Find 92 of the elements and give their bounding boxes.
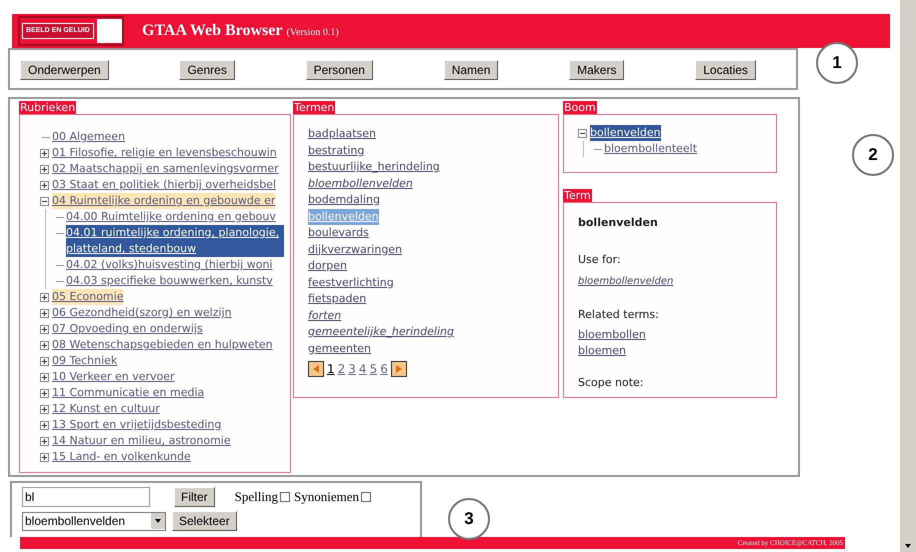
toggle-icon[interactable]	[40, 388, 49, 398]
tree-item[interactable]: 01 Filosofie, religie en levensbeschouwin	[52, 145, 277, 161]
page-link[interactable]: 5	[370, 360, 378, 378]
page-link[interactable]: 6	[380, 360, 388, 378]
toggle-icon[interactable]	[40, 324, 49, 334]
filter-button[interactable]: Filter	[174, 487, 215, 507]
term-link[interactable]: bloembollenvelden	[578, 274, 674, 289]
term-link[interactable]: gemeenten	[308, 340, 372, 357]
scope-note-label: Scope note:	[578, 374, 644, 390]
toggle-icon[interactable]	[40, 404, 49, 414]
nav-button[interactable]: Personen	[306, 60, 373, 80]
term-link[interactable]: feestverlichting	[308, 274, 394, 291]
checkbox-label: Synoniemen	[294, 488, 360, 506]
left-arrow-icon	[313, 365, 319, 373]
checkbox[interactable]	[361, 492, 372, 502]
nav-button[interactable]: Genres	[179, 60, 235, 80]
tree-item[interactable]: 15 Land- en volkenkunde	[52, 449, 191, 465]
toggle-icon[interactable]	[40, 436, 49, 446]
callout-number: 1	[816, 42, 858, 84]
tree-item[interactable]: 12 Kunst en cultuur	[52, 401, 160, 417]
term-link[interactable]: fietspaden	[308, 291, 366, 308]
version-text: (Version 0.1)	[286, 26, 339, 40]
term-name: bollenvelden	[578, 215, 658, 231]
term-link[interactable]: bodemdaling	[308, 192, 380, 208]
tree-item[interactable]: 14 Natuur en milieu, astronomie	[52, 433, 231, 449]
next-page-button[interactable]	[390, 361, 407, 377]
tree-item[interactable]: bloembollenteelt	[604, 141, 698, 157]
toggle-icon[interactable]	[578, 128, 587, 138]
right-arrow-icon	[396, 365, 402, 373]
toggle-icon[interactable]	[40, 148, 49, 158]
filter-input[interactable]: bl	[22, 487, 150, 507]
nav-button[interactable]: Namen	[444, 60, 498, 80]
toggle-icon[interactable]	[40, 196, 49, 206]
tree-item[interactable]: 04 Ruimtelijke ordening en gebouwde er	[52, 193, 276, 209]
toggle-icon[interactable]	[40, 452, 49, 462]
term-link[interactable]: bloembollenvelden	[308, 176, 413, 192]
related-terms-label: Related terms:	[578, 307, 659, 323]
previous-page-button[interactable]	[308, 361, 324, 377]
tree-item[interactable]: 00 Algemeen	[52, 129, 126, 145]
scrollbar[interactable]	[900, 0, 916, 552]
tree-item[interactable]: 03 Staat en politiek (hierbij overheidsbel	[52, 177, 276, 193]
term-link[interactable]: bloembollen	[578, 326, 646, 342]
tree-item[interactable]: 10 Verkeer en vervoer	[52, 369, 175, 385]
page-link[interactable]: 1	[327, 360, 335, 378]
tree-item[interactable]: 07 Opvoeding en onderwijs	[52, 321, 203, 337]
tree-item[interactable]: 04.02 (volks)huisvesting (hierbij woni	[66, 257, 272, 273]
panel-label: Rubrieken	[19, 101, 76, 114]
toggle-icon[interactable]	[40, 356, 49, 366]
select-button[interactable]: Selekteer	[172, 511, 237, 531]
term-link[interactable]: gemeentelijke_herindeling	[308, 324, 454, 340]
tree-item[interactable]: 04.00 Ruimtelijke ordening en gebouv	[66, 209, 276, 225]
toggle-icon[interactable]	[40, 292, 49, 302]
term-link[interactable]: boulevards	[308, 225, 369, 242]
tree-item[interactable]: bollenvelden	[590, 125, 661, 141]
term-link[interactable]: bloemen	[578, 342, 646, 358]
tree-item[interactable]: 02 Maatschappij en samenlevingsvormer	[52, 161, 279, 177]
toggle-icon[interactable]	[40, 180, 49, 190]
term-link[interactable]: dijkverzwaringen	[308, 242, 402, 258]
toggle-icon[interactable]	[40, 372, 49, 382]
tree-item[interactable]: 06 Gezondheid(szorg) en welzijn	[52, 305, 232, 321]
term-link[interactable]: dorpen	[308, 258, 347, 274]
tree-item[interactable]: 04.01 ruimtelijke ordening, planologie, platteland, stedenbouw	[66, 225, 284, 257]
page-link[interactable]: 3	[348, 360, 356, 378]
term-link[interactable]: bestuurlijke_herindeling	[308, 159, 440, 176]
checkbox[interactable]	[280, 492, 290, 502]
term-select[interactable]: bloembollenvelden	[22, 512, 166, 530]
callout-number: 3	[448, 498, 490, 540]
checkbox-label: Spelling	[234, 488, 278, 506]
tree-item[interactable]: 09 Techniek	[52, 353, 118, 369]
term-link[interactable]: bestrating	[308, 142, 364, 159]
tree-item[interactable]: 11 Communicatie en media	[52, 385, 204, 401]
nav-button[interactable]: Locaties	[695, 60, 756, 80]
toggle-icon[interactable]	[40, 340, 49, 350]
page-link[interactable]: 2	[338, 360, 346, 378]
term-link[interactable]: badplaatsen	[308, 126, 376, 142]
panel-label: Boom	[563, 101, 597, 114]
panel-label: Termen	[293, 101, 336, 114]
page-link[interactable]: 4	[358, 360, 367, 378]
tree-item[interactable]: 13 Sport en vrijetijdsbesteding	[52, 417, 222, 433]
use-for-label: Use for:	[578, 252, 621, 268]
nav-button[interactable]: Makers	[569, 60, 624, 80]
app-title: GTAA Web Browser	[142, 21, 282, 41]
toggle-icon[interactable]	[40, 164, 49, 174]
tree-item[interactable]: 08 Wetenschapsgebieden en hulpweten	[52, 337, 273, 353]
toggle-icon[interactable]	[40, 420, 49, 430]
toggle-icon[interactable]	[40, 308, 49, 318]
tree-item[interactable]: 05 Economie	[52, 289, 124, 305]
term-link[interactable]: forten	[308, 308, 342, 324]
tree-item[interactable]: 04.03 specifieke bouwwerken, kunstv	[66, 273, 273, 289]
callout-number: 2	[852, 134, 894, 176]
nav-button[interactable]: Onderwerpen	[20, 60, 109, 80]
panel-label: Term	[563, 189, 592, 202]
